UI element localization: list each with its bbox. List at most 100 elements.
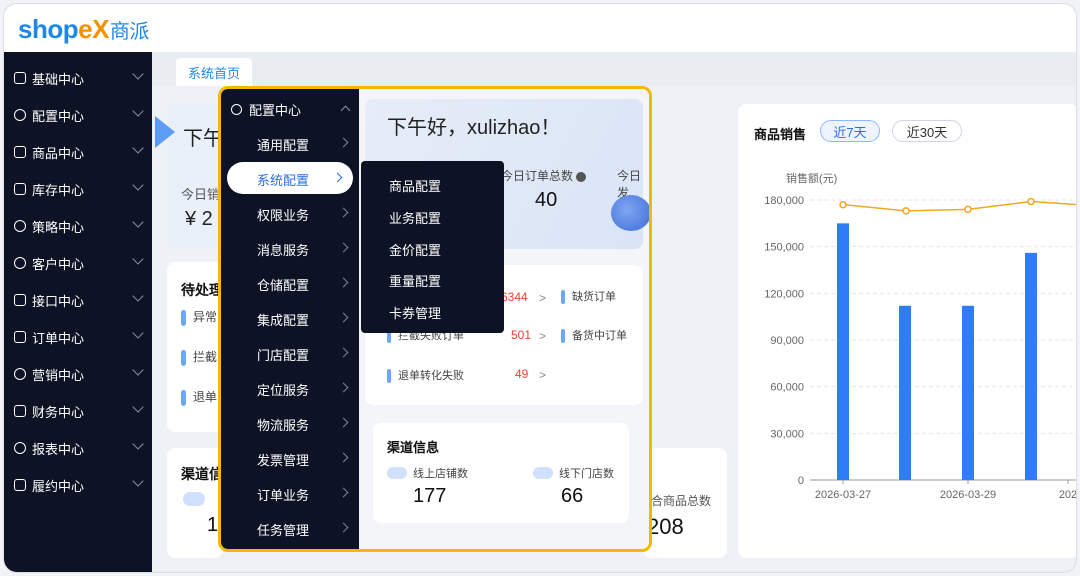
chevron-down-icon <box>132 475 144 487</box>
menu-item-task[interactable]: 任务管理 <box>221 512 359 544</box>
menu-item-warehouse-config[interactable]: 仓储配置 <box>221 267 359 299</box>
submenu-item-product-config[interactable]: 商品配置 <box>389 176 441 195</box>
decorative-sphere <box>611 195 649 231</box>
sidebar-item-interface[interactable]: 接口中心 <box>14 288 144 312</box>
sales-bar <box>962 305 974 480</box>
tab-home[interactable]: 系统首页 <box>176 58 252 86</box>
online-store-value: 177 <box>413 485 447 507</box>
submenu-item-weight-config[interactable]: 重量配置 <box>389 271 441 290</box>
chevron-down-icon <box>132 216 144 228</box>
todo-value[interactable]: 6344 <box>501 290 528 304</box>
arrow-pointer-tail <box>155 124 165 140</box>
sales-bar <box>899 305 911 480</box>
shopex-logo[interactable]: shopeX商派 <box>18 14 149 45</box>
sidebar-item-label: 库存中心 <box>32 182 85 198</box>
chevron-right-icon <box>338 487 349 498</box>
customer-icon <box>14 257 26 269</box>
sales-line <box>842 200 1076 212</box>
chevron-right-icon <box>338 242 349 253</box>
y-tick-label: 120,000 <box>764 288 804 300</box>
sidebar-item-product[interactable]: 商品中心 <box>14 140 144 164</box>
offline-store-label: 线下门店数 <box>533 465 614 481</box>
todo-value[interactable]: 49 <box>515 367 528 381</box>
greeting-partial: 下午 <box>183 128 223 150</box>
menu-item-message[interactable]: 消息服务 <box>221 232 359 264</box>
config-icon <box>231 103 242 115</box>
sidebar-item-fulfillment[interactable]: 履约中心 <box>14 473 144 497</box>
chevron-right-icon: > <box>539 368 547 382</box>
sidebar-item-label: 策略中心 <box>32 219 85 235</box>
sidebar-item-label: 营销中心 <box>32 367 85 383</box>
x-tick-label: 202 <box>1059 489 1077 501</box>
menu-item-permission[interactable]: 权限业务 <box>221 197 359 229</box>
channel-title: 渠道信息 <box>387 440 440 455</box>
sidebar-item-config[interactable]: 配置中心 <box>14 103 144 127</box>
chevron-right-icon <box>338 522 349 533</box>
stat-label-partial: 今日销 <box>181 187 221 202</box>
sidebar-item-customer[interactable]: 客户中心 <box>14 251 144 275</box>
offline-store-icon <box>533 467 553 479</box>
online-store-label: 线上店铺数 <box>387 465 468 481</box>
x-tick-label: 2026-03-29 <box>940 489 996 501</box>
stat-value-partial: ¥ 2 <box>185 208 213 230</box>
chevron-down-icon <box>132 68 144 80</box>
menu-item-invoice[interactable]: 发票管理 <box>221 442 359 474</box>
todo-title-partial: 待处理 <box>181 282 223 298</box>
product-total-value: 208 <box>647 514 684 539</box>
sales-chart-card: 商品销售 近7天 近30天 销售额(元) 180,000 150,000 120,0… <box>738 104 1077 558</box>
sales-bar <box>1025 252 1037 480</box>
sidebar-item-strategy[interactable]: 策略中心 <box>14 214 144 238</box>
app-window: shopeX商派 基础中心 配置中心 商品中心 库存中心 策略中心 客户中心 接… <box>3 3 1077 573</box>
menu-item-store-config[interactable]: 门店配置 <box>221 337 359 369</box>
fulfillment-icon <box>14 479 26 491</box>
y-tick-label: 0 <box>798 475 804 487</box>
sales-line-point <box>839 200 847 209</box>
chevron-right-icon <box>338 347 349 358</box>
report-icon <box>14 442 26 454</box>
submenu-item-gold-price-config[interactable]: 金价配置 <box>389 240 441 259</box>
store-icon <box>183 492 205 506</box>
y-tick-label: 180,000 <box>764 195 804 207</box>
sidebar-item-label: 接口中心 <box>32 293 85 309</box>
todo-row[interactable]: 备货中订单 <box>561 327 627 344</box>
greeting-text: 下午好，xulizhao！ <box>387 117 561 139</box>
sidebar-item-marketing[interactable]: 营销中心 <box>14 362 144 386</box>
config-flyout-menu: 配置中心 通用配置 系统配置 权限业务 消息服务 仓储配置 集成配置 门店配置 … <box>221 89 359 549</box>
todo-row[interactable]: 缺货订单 <box>561 288 616 305</box>
sidebar-item-finance[interactable]: 财务中心 <box>14 399 144 423</box>
todo-row[interactable]: 退单转化失败 <box>387 367 464 384</box>
chevron-right-icon <box>338 452 349 463</box>
menu-item-general-config[interactable]: 通用配置 <box>221 127 359 159</box>
chevron-right-icon: > <box>539 329 547 343</box>
chevron-right-icon <box>338 207 349 218</box>
todo-value[interactable]: 501 <box>511 328 531 342</box>
config-menu-header[interactable]: 配置中心 <box>231 99 351 119</box>
info-icon <box>576 171 587 182</box>
sidebar-item-inventory[interactable]: 库存中心 <box>14 177 144 201</box>
menu-item-location[interactable]: 定位服务 <box>221 372 359 404</box>
orders-label: 今日订单总数 <box>501 167 587 184</box>
product-total-label: 合商品总数 <box>651 494 712 508</box>
menu-item-integration[interactable]: 集成配置 <box>221 302 359 334</box>
chevron-down-icon <box>132 401 144 413</box>
menu-item-logistics[interactable]: 物流服务 <box>221 407 359 439</box>
todo-row-bg: 退单 <box>181 388 217 406</box>
sidebar-item-order[interactable]: 订单中心 <box>14 325 144 349</box>
y-tick-label: 150,000 <box>764 242 804 254</box>
config-icon <box>14 109 26 121</box>
submenu-item-card-management[interactable]: 卡券管理 <box>389 303 441 322</box>
menu-item-order-business[interactable]: 订单业务 <box>221 477 359 509</box>
chevron-right-icon <box>332 172 343 183</box>
sidebar-item-basic[interactable]: 基础中心 <box>14 66 144 90</box>
todo-row-bg: 异常 <box>181 308 217 326</box>
product-total-card-bg: 合商品总数 208 <box>643 448 727 558</box>
chevron-right-icon <box>338 277 349 288</box>
todo-row-bg: 拦截 <box>181 348 217 366</box>
submenu-item-business-config[interactable]: 业务配置 <box>389 208 441 227</box>
channel-value-partial: 1 <box>207 514 219 536</box>
sidebar-item-label: 订单中心 <box>32 330 85 346</box>
sidebar-item-report[interactable]: 报表中心 <box>14 436 144 460</box>
welcome-card-bg: 下午 今日销 ¥ 2 <box>167 104 223 248</box>
chevron-down-icon <box>132 327 144 339</box>
menu-item-system-config[interactable]: 系统配置 <box>227 162 353 194</box>
